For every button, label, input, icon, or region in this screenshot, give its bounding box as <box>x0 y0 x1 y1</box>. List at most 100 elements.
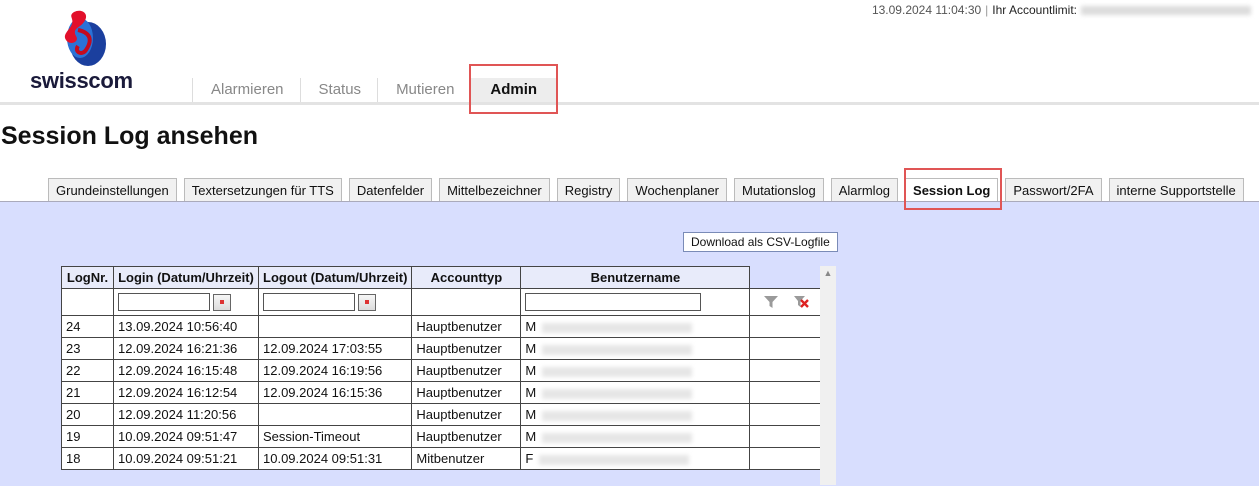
username-redacted <box>542 366 693 377</box>
username-redacted <box>542 388 693 399</box>
username-redacted <box>542 344 693 355</box>
filter-icon[interactable] <box>763 295 779 309</box>
cell-login: 10.09.2024 09:51:21 <box>113 447 259 470</box>
col-lognr[interactable]: LogNr. <box>61 266 114 289</box>
cell-actions <box>749 337 823 360</box>
cell-lognr: 18 <box>61 447 114 470</box>
page-title: Session Log ansehen <box>1 122 259 150</box>
admin-highlight-box <box>469 64 558 114</box>
username-text: M <box>525 407 537 422</box>
tab-registry[interactable]: Registry <box>556 178 621 202</box>
logout-date-filter-input[interactable] <box>263 293 355 311</box>
filter-cell-empty <box>411 288 522 316</box>
calendar-icon[interactable] <box>213 293 231 311</box>
tab-alarmlog[interactable]: Alarmlog <box>830 178 899 202</box>
table-row[interactable]: 20 12.09.2024 11:20:56 Hauptbenutzer M <box>61 403 823 426</box>
username-filter-input[interactable] <box>525 293 702 311</box>
filter-logout-cell <box>257 288 413 316</box>
cell-accounttyp: Hauptbenutzer <box>411 403 522 426</box>
username-text: M <box>525 341 537 356</box>
table-row[interactable]: 23 12.09.2024 16:21:36 12.09.2024 17:03:… <box>61 337 823 360</box>
cell-benutzername: M <box>520 337 751 360</box>
calendar-icon[interactable] <box>358 293 376 311</box>
username-redacted <box>542 322 693 333</box>
session-log-highlight-box <box>904 168 1002 210</box>
session-log-table: LogNr. Login (Datum/Uhrzeit) Logout (Dat… <box>61 266 823 470</box>
cell-logout: 12.09.2024 16:15:36 <box>257 381 413 404</box>
filter-user-cell <box>520 288 751 316</box>
cell-login: 10.09.2024 09:51:47 <box>113 425 259 448</box>
cell-login: 13.09.2024 10:56:40 <box>113 315 259 338</box>
table-row[interactable]: 21 12.09.2024 16:12:54 12.09.2024 16:15:… <box>61 381 823 404</box>
table-row[interactable]: 22 12.09.2024 16:15:48 12.09.2024 16:19:… <box>61 359 823 382</box>
cell-login: 12.09.2024 16:12:54 <box>113 381 259 404</box>
cell-lognr: 23 <box>61 337 114 360</box>
cell-logout: 12.09.2024 16:19:56 <box>257 359 413 382</box>
cell-lognr: 19 <box>61 425 114 448</box>
tab-interne-supportstelle[interactable]: interne Supportstelle <box>1108 178 1244 202</box>
cell-benutzername: M <box>520 403 751 426</box>
timestamp: 13.09.2024 11:04:30 <box>871 3 982 17</box>
cell-actions <box>749 403 823 426</box>
main-tab-status[interactable]: Status <box>299 78 378 102</box>
swisscom-logo-icon <box>64 10 106 66</box>
cell-lognr: 22 <box>61 359 114 382</box>
tab-grundeinstellungen[interactable]: Grundeinstellungen <box>48 178 177 202</box>
tab-datenfelder[interactable]: Datenfelder <box>348 178 433 202</box>
filter-cell-empty <box>61 288 114 316</box>
cell-login: 12.09.2024 11:20:56 <box>113 403 259 426</box>
filter-actions-cell <box>749 288 823 316</box>
cell-login: 12.09.2024 16:21:36 <box>113 337 259 360</box>
filter-login-cell <box>113 288 259 316</box>
main-tab-mutieren[interactable]: Mutieren <box>377 78 470 102</box>
swisscom-logo[interactable]: swisscom <box>30 8 150 98</box>
table-scrollbar[interactable]: ▲ <box>820 266 836 485</box>
cell-benutzername: M <box>520 425 751 448</box>
scroll-up-icon[interactable]: ▲ <box>820 266 836 280</box>
download-csv-button[interactable]: Download als CSV-Logfile <box>683 232 838 252</box>
cell-accounttyp: Hauptbenutzer <box>411 337 522 360</box>
nav-underline <box>0 102 1259 105</box>
cell-accounttyp: Hauptbenutzer <box>411 381 522 404</box>
login-date-filter-input[interactable] <box>118 293 210 311</box>
tab-mutationslog[interactable]: Mutationslog <box>734 178 824 202</box>
cell-lognr: 24 <box>61 315 114 338</box>
filter-row <box>61 288 823 316</box>
col-logout[interactable]: Logout (Datum/Uhrzeit) <box>257 266 413 289</box>
cell-accounttyp: Hauptbenutzer <box>411 425 522 448</box>
header-info: 13.09.2024 11:04:30 | Ihr Accountlimit: <box>872 3 1251 17</box>
cell-actions <box>749 315 823 338</box>
cell-logout <box>257 403 413 426</box>
username-text: M <box>525 319 537 334</box>
table-row[interactable]: 18 10.09.2024 09:51:21 10.09.2024 09:51:… <box>61 447 823 470</box>
tab-passwort-2fa[interactable]: Passwort/2FA <box>1005 178 1102 202</box>
username-text: M <box>525 385 537 400</box>
cell-lognr: 21 <box>61 381 114 404</box>
main-tab-alarmieren[interactable]: Alarmieren <box>192 78 300 102</box>
cell-login: 12.09.2024 16:15:48 <box>113 359 259 382</box>
table-header-row: LogNr. Login (Datum/Uhrzeit) Logout (Dat… <box>61 266 823 289</box>
cell-actions <box>749 425 823 448</box>
cell-accounttyp: Hauptbenutzer <box>411 315 522 338</box>
cell-accounttyp: Mitbenutzer <box>411 447 522 470</box>
cell-benutzername: M <box>520 359 751 382</box>
table-row[interactable]: 24 13.09.2024 10:56:40 Hauptbenutzer M <box>61 315 823 338</box>
tab-wochenplaner[interactable]: Wochenplaner <box>627 178 728 202</box>
account-limit-value-redacted <box>1081 6 1251 16</box>
cell-benutzername: M <box>520 381 751 404</box>
username-text: M <box>525 429 537 444</box>
col-login[interactable]: Login (Datum/Uhrzeit) <box>113 266 259 289</box>
col-benutzername[interactable]: Benutzername <box>520 266 751 289</box>
cell-actions <box>749 447 823 470</box>
username-redacted <box>539 454 690 465</box>
cell-lognr: 20 <box>61 403 114 426</box>
table-row[interactable]: 19 10.09.2024 09:51:47 Session-Timeout H… <box>61 425 823 448</box>
col-accounttyp[interactable]: Accounttyp <box>411 266 522 289</box>
tab-textersetzungen[interactable]: Textersetzungen für TTS <box>183 178 342 202</box>
tab-mittelbezeichner[interactable]: Mittelbezeichner <box>439 178 550 202</box>
cell-logout <box>257 315 413 338</box>
cell-actions <box>749 359 823 382</box>
admin-sub-tabs: Grundeinstellungen Textersetzungen für T… <box>48 178 1244 202</box>
clear-filter-icon[interactable] <box>793 295 810 309</box>
cell-benutzername: F <box>520 447 751 470</box>
